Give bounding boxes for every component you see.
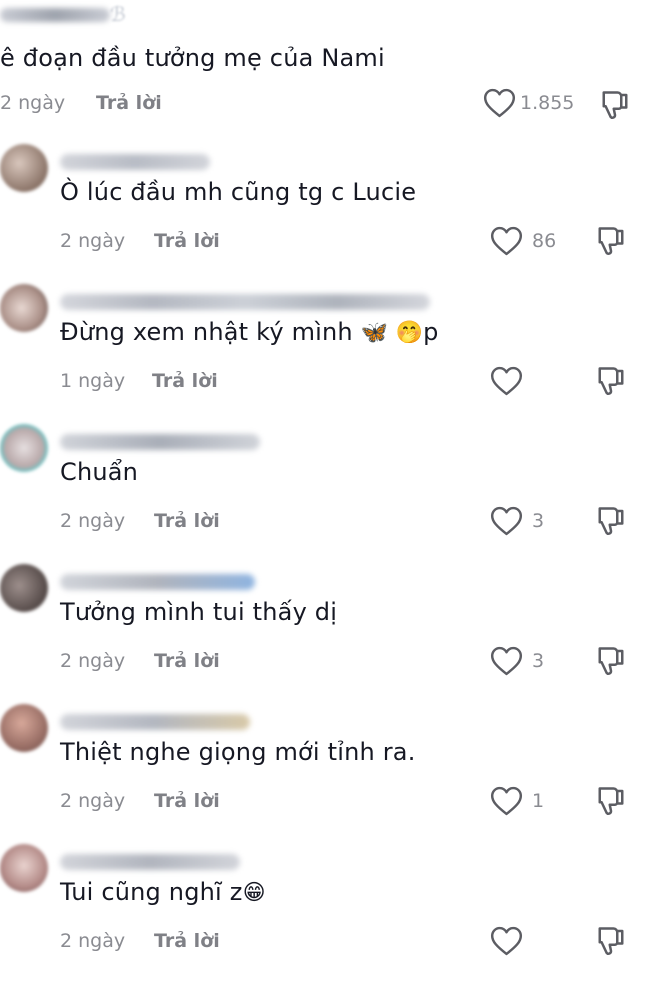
avatar[interactable] bbox=[0, 144, 48, 192]
comment-text: Thiệt nghe giọng mới tỉnh ra. bbox=[60, 738, 416, 766]
avatar[interactable] bbox=[0, 844, 48, 892]
emoji: 😁 bbox=[242, 880, 266, 906]
comment-text: Tui cũng nghĩ z😁 bbox=[60, 878, 266, 906]
thumbs-down-icon bbox=[598, 647, 624, 675]
avatar[interactable] bbox=[0, 564, 48, 612]
like-button[interactable] bbox=[490, 226, 530, 262]
username-blurred[interactable] bbox=[60, 154, 210, 170]
comment-item: Ò lúc đầu mh cũng tg c Lucie 2 ngày Trả … bbox=[0, 142, 660, 282]
thumbs-down-icon bbox=[598, 927, 624, 955]
avatar[interactable] bbox=[0, 704, 48, 752]
username-blurred[interactable] bbox=[0, 8, 110, 22]
username-blurred[interactable] bbox=[60, 294, 430, 310]
dislike-button[interactable] bbox=[596, 924, 632, 962]
heart-icon bbox=[490, 366, 523, 396]
thumbs-down-icon bbox=[598, 787, 624, 815]
username-blurred[interactable] bbox=[60, 574, 255, 590]
comment-time: 2 ngày bbox=[0, 92, 66, 114]
comment-time: 2 ngày bbox=[60, 230, 126, 252]
comment-text: Tưởng mình tui thấy dị bbox=[60, 598, 338, 626]
avatar[interactable] bbox=[0, 284, 48, 332]
like-count: 3 bbox=[532, 510, 545, 532]
heart-icon bbox=[490, 926, 523, 956]
like-count: 3 bbox=[532, 650, 545, 672]
reply-button[interactable]: Trả lời bbox=[96, 92, 162, 114]
dislike-button[interactable] bbox=[596, 224, 632, 262]
heart-icon bbox=[490, 506, 523, 536]
comment-time: 1 ngày bbox=[60, 370, 126, 392]
avatar[interactable] bbox=[0, 424, 48, 472]
comment-item: Tưởng mình tui thấy dị 2 ngày Trả lời 3 bbox=[0, 562, 660, 702]
reply-button[interactable]: Trả lời bbox=[154, 930, 220, 952]
comment-item: ℬ ê đoạn đầu tưởng mẹ của Nami 2 ngày Tr… bbox=[0, 0, 660, 140]
comment-time: 2 ngày bbox=[60, 930, 126, 952]
emoji: 🦋 🤭 bbox=[360, 320, 424, 346]
reply-button[interactable]: Trả lời bbox=[154, 230, 220, 252]
dislike-button[interactable] bbox=[596, 504, 632, 542]
thumbs-down-icon bbox=[602, 91, 628, 119]
like-button[interactable] bbox=[490, 646, 530, 682]
username-blurred[interactable] bbox=[60, 714, 250, 730]
dislike-button[interactable] bbox=[596, 644, 632, 682]
reply-button[interactable]: Trả lời bbox=[154, 790, 220, 812]
like-button[interactable] bbox=[490, 926, 530, 962]
comment-time: 2 ngày bbox=[60, 650, 126, 672]
thumbs-down-icon bbox=[598, 367, 624, 395]
dislike-button[interactable] bbox=[596, 364, 632, 402]
username-blurred[interactable] bbox=[60, 854, 240, 870]
thumbs-down-icon bbox=[598, 507, 624, 535]
comment-text: ê đoạn đầu tưởng mẹ của Nami bbox=[0, 44, 385, 72]
heart-icon bbox=[490, 646, 523, 676]
comment-item: Chuẩn 2 ngày Trả lời 3 bbox=[0, 422, 660, 562]
thumbs-down-icon bbox=[598, 227, 624, 255]
dislike-button[interactable] bbox=[596, 784, 632, 822]
like-button[interactable] bbox=[490, 506, 530, 542]
comment-item: Thiệt nghe giọng mới tỉnh ra. 2 ngày Trả… bbox=[0, 702, 660, 842]
username-blurred[interactable] bbox=[60, 434, 260, 450]
comment-item: Tui cũng nghĩ z😁 2 ngày Trả lời bbox=[0, 842, 660, 982]
like-count: 1.855 bbox=[520, 92, 575, 114]
like-count: 1 bbox=[532, 790, 545, 812]
like-button[interactable] bbox=[490, 366, 530, 402]
heart-icon bbox=[490, 226, 523, 256]
username-mark-icon: ℬ bbox=[110, 2, 126, 26]
comment-time: 2 ngày bbox=[60, 510, 126, 532]
heart-icon bbox=[483, 88, 516, 118]
comment-time: 2 ngày bbox=[60, 790, 126, 812]
heart-icon bbox=[490, 786, 523, 816]
reply-button[interactable]: Trả lời bbox=[154, 510, 220, 532]
reply-button[interactable]: Trả lời bbox=[152, 370, 218, 392]
comment-text: Đừng xem nhật ký mình 🦋 🤭p bbox=[60, 318, 439, 346]
like-button[interactable] bbox=[483, 88, 523, 124]
like-count: 86 bbox=[532, 230, 557, 252]
reply-button[interactable]: Trả lời bbox=[154, 650, 220, 672]
comment-item: Đừng xem nhật ký mình 🦋 🤭p 1 ngày Trả lờ… bbox=[0, 282, 660, 422]
comment-text: Chuẩn bbox=[60, 458, 139, 486]
like-button[interactable] bbox=[490, 786, 530, 822]
dislike-button[interactable] bbox=[600, 88, 636, 126]
comment-text: Ò lúc đầu mh cũng tg c Lucie bbox=[60, 178, 417, 206]
